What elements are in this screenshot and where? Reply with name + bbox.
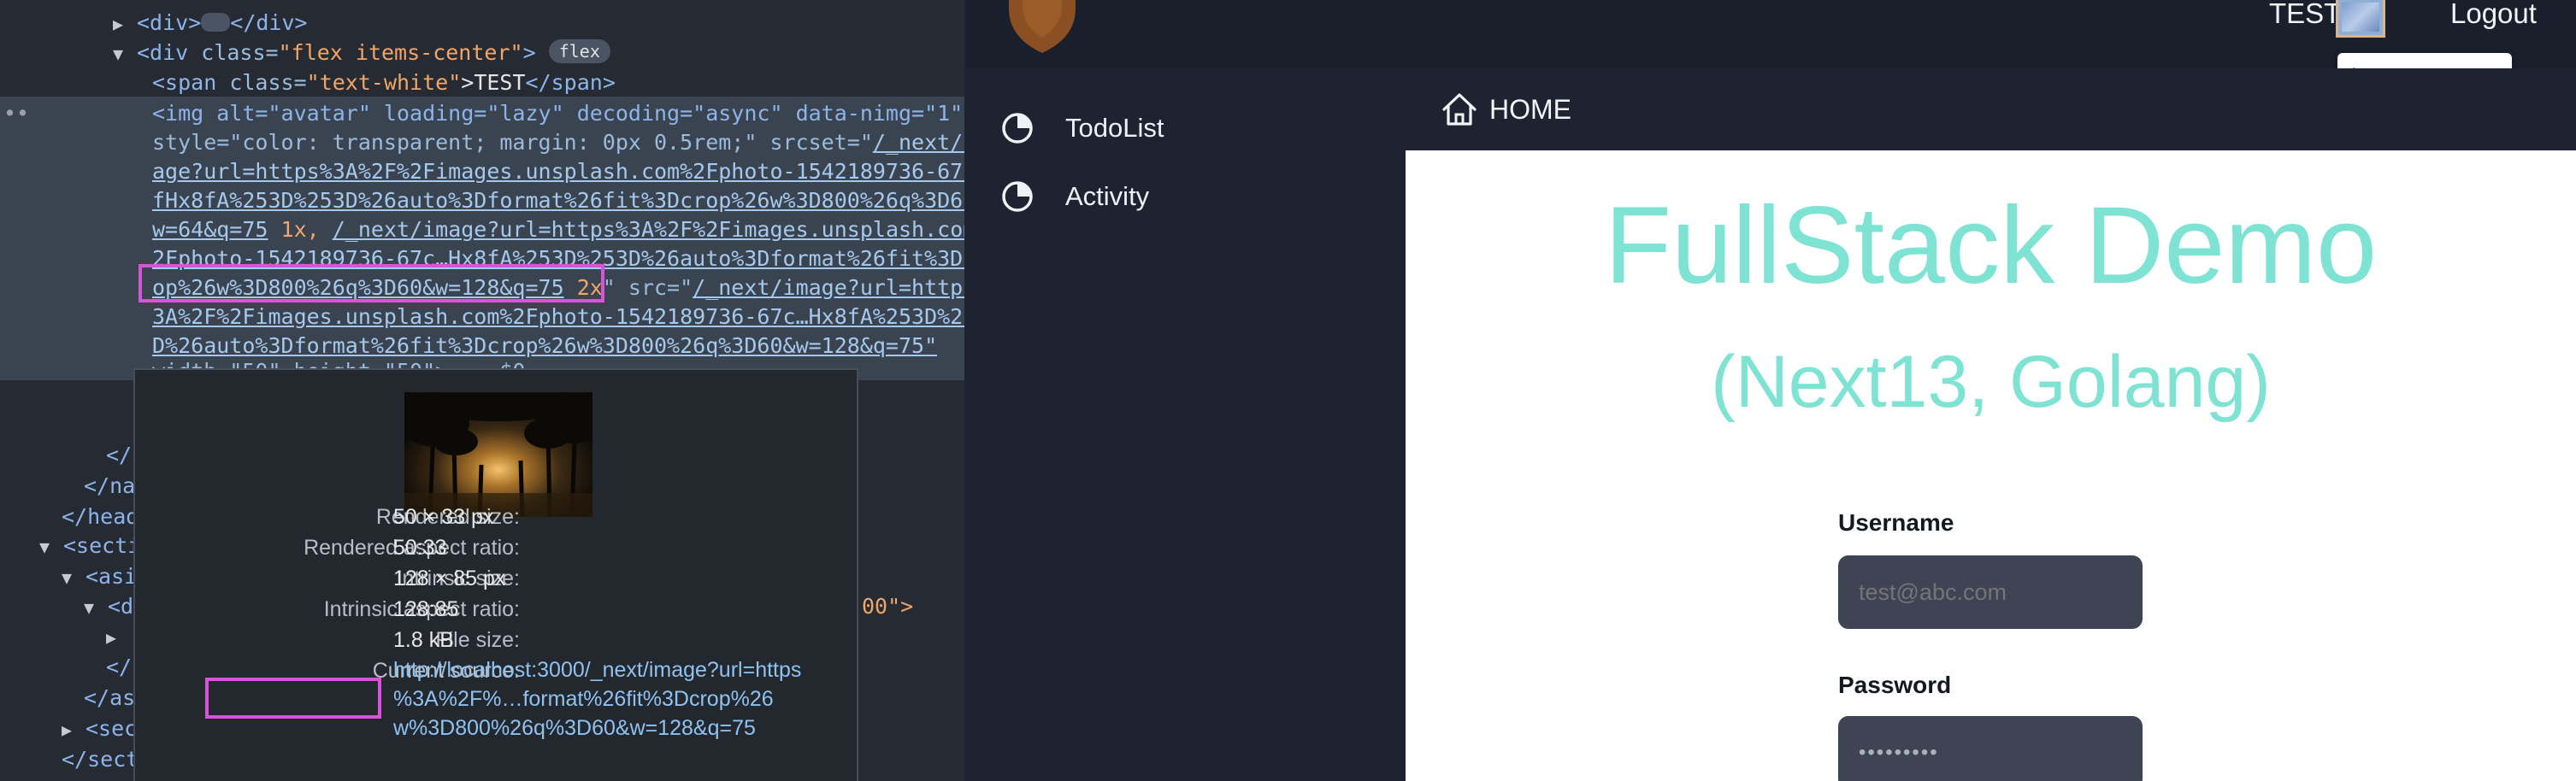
page-subtitle: (Next13, Golang) [1711, 341, 2271, 423]
expand-triangle-icon[interactable]: ▶ [113, 9, 137, 38]
home-icon [1442, 93, 1477, 126]
collapse-triangle-icon[interactable]: ▼ [62, 563, 85, 592]
home-link[interactable]: HOME [1441, 91, 1630, 130]
srcset-line[interactable]: w=64&q=75 1x, /_next/image?url=https%3A%… [152, 215, 964, 244]
username-label: TEST [2269, 0, 2342, 29]
srcset-link-line[interactable]: fHx8fA%253D%253D%26auto%3Dformat%26fit%3… [152, 186, 964, 215]
username-input[interactable] [1838, 555, 2143, 629]
tree-node-close[interactable]: </ [106, 441, 132, 470]
tree-node-div[interactable]: ▶ <div> </div> [113, 9, 308, 38]
sidebar: TodoList Activity [966, 68, 1406, 781]
src-link-line[interactable]: 3A%2F%2Fimages.unsplash.com%2Fphoto-1542… [152, 302, 964, 332]
tree-node-close[interactable]: </ [106, 653, 132, 682]
home-label: HOME [1489, 94, 1571, 125]
current-source-link[interactable]: w%3D800%26q%3D60&w=128&q=75 [393, 713, 756, 743]
tree-node-close-head[interactable]: </head [62, 502, 139, 531]
expand-triangle-icon[interactable]: ▶ [62, 715, 85, 744]
current-source-link[interactable]: http://localhost:3000/_next/image?url=ht… [393, 655, 801, 684]
top-navbar: TEST Logout img 50 × 33.2 [966, 0, 2576, 101]
pie-chart-icon [1002, 113, 1033, 144]
tree-node-child[interactable]: ▶ [106, 622, 130, 651]
password-input[interactable]: ••••••••• [1838, 716, 2143, 781]
ellipsis-icon[interactable] [201, 13, 231, 32]
tree-node-img-line2[interactable]: style="color: transparent; margin: 0px 0… [152, 128, 964, 157]
main-content: FullStack Demo (Next13, Golang) Username… [1406, 150, 2576, 781]
src-link-line[interactable]: D%26auto%3Dformat%26fit%3Dcrop%26w%3D800… [152, 332, 937, 361]
tree-node-close-section[interactable]: </sect [62, 745, 139, 774]
breadcrumb: HOME [1406, 68, 2576, 150]
username-label: Username [1838, 509, 1954, 536]
sidebar-item-label: Activity [1065, 181, 1150, 211]
tree-node-div-inner[interactable]: ▼ <d [84, 592, 133, 621]
node-dots-icon[interactable]: •• [3, 99, 29, 128]
expand-triangle-icon[interactable]: ▶ [106, 623, 130, 652]
page-title: FullStack Demo [1604, 185, 2378, 307]
tree-node-attr-tail: 00"> [862, 594, 914, 619]
current-source-link[interactable]: %3A%2F%…format%26fit%3Dcrop%26 [393, 684, 774, 713]
tree-node-section-2[interactable]: ▶ <sec [62, 714, 137, 743]
tree-node-aside[interactable]: ▼ <asi [62, 562, 137, 591]
logout-link[interactable]: Logout [2450, 0, 2537, 30]
tree-node-close-nav[interactable]: </na [84, 472, 135, 501]
pie-chart-icon [1002, 181, 1033, 212]
tree-node-section[interactable]: ▼ <secti [39, 531, 140, 561]
srcset-link-line[interactable]: age?url=https%3A%2F%2Fimages.unsplash.co… [152, 157, 964, 186]
devtools-elements-panel: ▶ <div> </div> ▼ <div class="flex items-cen… [0, 0, 964, 781]
tree-node-flex-div[interactable]: ▼ <div class="flex items-center"> flex [113, 38, 610, 68]
app-page: TEST Logout img 50 × 33.2 TodoList Activ… [966, 0, 2576, 781]
sidebar-item-activity[interactable]: Activity [1002, 173, 1378, 224]
password-label: Password [1838, 672, 1952, 698]
sidebar-item-label: TodoList [1065, 113, 1164, 143]
logo-icon[interactable] [1005, 0, 1079, 55]
sidebar-item-todolist[interactable]: TodoList [1002, 104, 1378, 156]
flex-badge[interactable]: flex [548, 39, 610, 63]
tree-node-span[interactable]: <span class="text-white">TEST</span> [152, 68, 616, 97]
tree-node-img-line1[interactable]: <img alt="avatar" loading="lazy" decodin… [152, 99, 963, 128]
current-source-highlight-box [205, 678, 381, 719]
image-thumbnail [404, 392, 592, 517]
image-preview-tooltip: Rendered size: 50 × 33 px Rendered aspect… [133, 368, 858, 781]
avatar[interactable] [2336, 0, 2385, 38]
srcset-2x-highlight-box [139, 264, 604, 302]
collapse-triangle-icon[interactable]: ▼ [39, 532, 63, 561]
collapse-triangle-icon[interactable]: ▼ [84, 593, 108, 622]
collapse-triangle-icon[interactable]: ▼ [113, 39, 137, 68]
tree-node-close-aside[interactable]: </as [84, 684, 135, 713]
